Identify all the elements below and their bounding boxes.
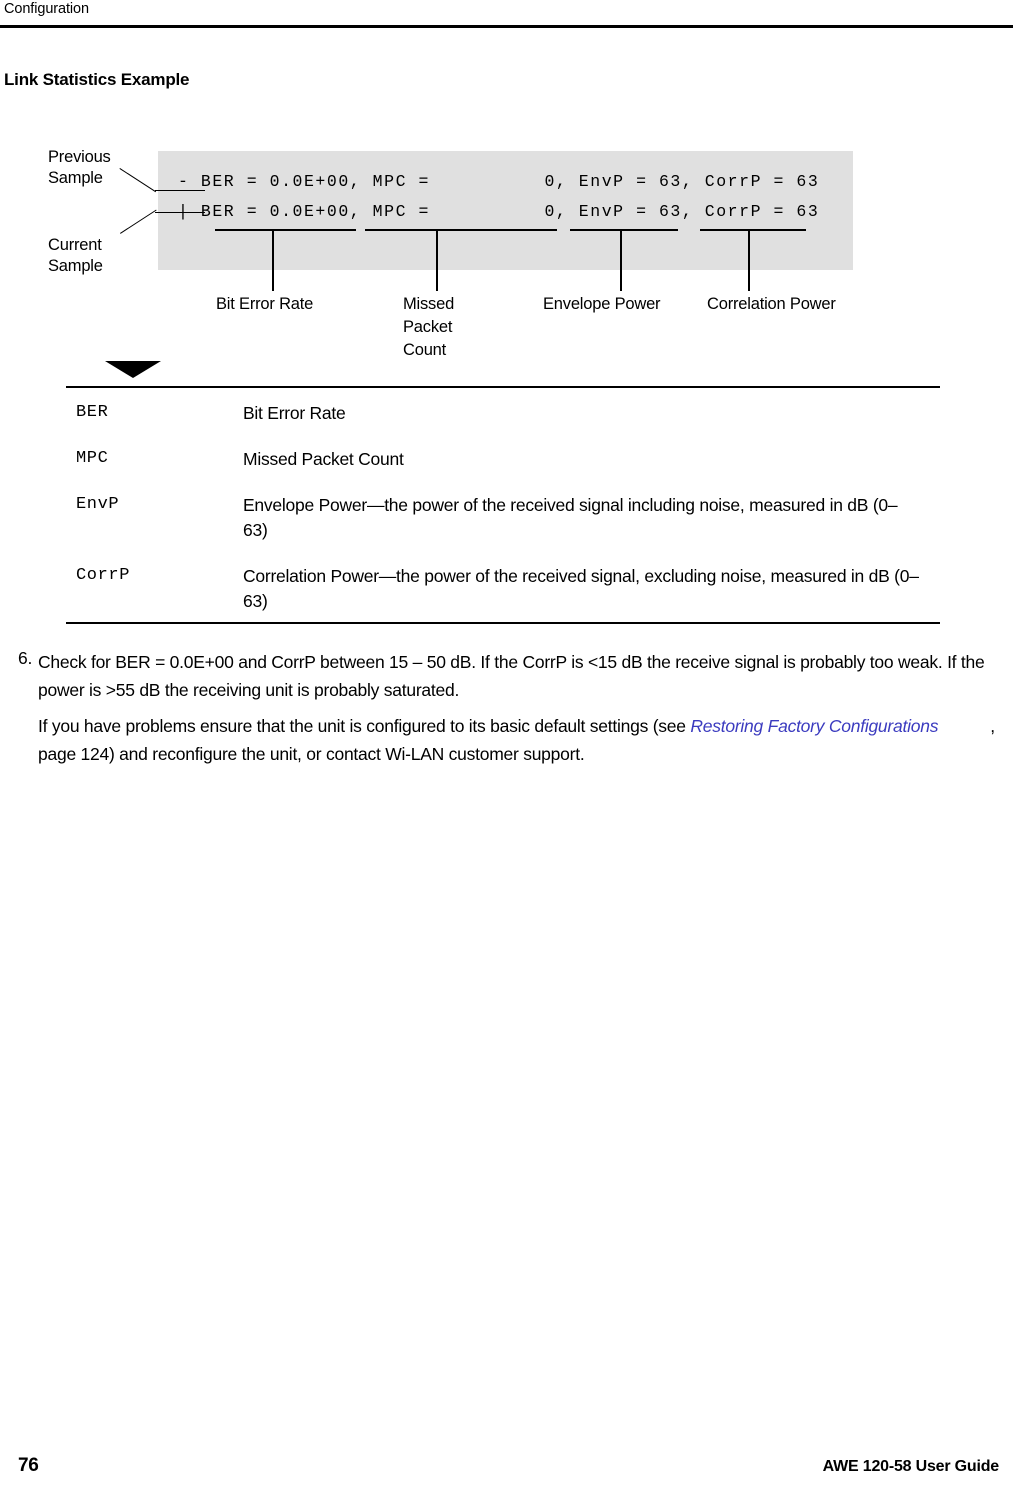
definition-description-envp: Envelope Power—the power of the received… — [243, 495, 898, 540]
underline-bit-error-rate — [215, 229, 356, 231]
footer-page-number: 76 — [18, 1455, 39, 1476]
leader-line-previous-horizontal — [155, 190, 205, 192]
definition-table-top-rule — [66, 386, 940, 388]
footer-guide-title: AWE 120-58 User Guide — [822, 1458, 1000, 1475]
step-text: Check for BER = 0.0E+00 and CorrP betwee… — [38, 652, 985, 700]
definition-term-ber: BER — [76, 403, 109, 422]
annotation-bit-error-rate: Bit Error Rate — [216, 295, 314, 313]
header-rule — [0, 25, 1013, 28]
dropline-bit-error-rate — [272, 229, 274, 291]
code-line-current-sample: | BER = 0.0E+00, MPC = 0, EnvP = 63, Cor… — [178, 202, 820, 221]
definition-description-mpc: Missed Packet Count — [243, 449, 404, 469]
step-number: 6. — [18, 648, 33, 668]
underline-envelope-power — [570, 229, 678, 231]
page-title: Link Statistics Example — [4, 70, 190, 89]
cross-reference-link-line1[interactable]: Restoring — [690, 716, 763, 736]
annotation-missed-packet-count: Missed Packet Count — [403, 295, 455, 359]
definition-table-bottom-rule — [66, 622, 940, 624]
cross-reference-link-line2[interactable]: Factory Configurations — [768, 716, 939, 736]
closing-paragraph: If you have problems ensure that the uni… — [38, 712, 998, 768]
triangle-marker-icon — [105, 361, 161, 378]
annotation-correlation-power: Correlation Power — [707, 295, 836, 313]
callout-current-sample: Current Sample — [48, 236, 103, 275]
definition-description-ber: Bit Error Rate — [243, 403, 346, 423]
leader-line-current-horizontal — [155, 212, 205, 214]
dropline-correlation-power — [748, 229, 750, 291]
definition-term-corrp: CorrP — [76, 566, 131, 585]
underline-correlation-power — [700, 229, 806, 231]
dropline-missed-packet-count — [436, 229, 438, 291]
leader-line-current-diagonal — [120, 209, 157, 235]
definition-description-corrp: Correlation Power—the power of the recei… — [243, 566, 919, 611]
dropline-envelope-power — [620, 229, 622, 291]
document-page: Configuration Link Statistics Example - … — [0, 0, 1013, 1496]
callout-previous-sample: Previous Sample — [48, 148, 111, 187]
code-line-previous-sample: - BER = 0.0E+00, MPC = 0, EnvP = 63, Cor… — [178, 172, 820, 191]
leader-line-previous-diagonal — [119, 168, 157, 193]
definition-term-envp: EnvP — [76, 495, 120, 514]
paragraph-text-lead: If you have problems ensure that the uni… — [38, 716, 691, 736]
underline-missed-packet-count — [365, 229, 557, 231]
definition-term-mpc: MPC — [76, 449, 109, 468]
running-header: Configuration — [4, 1, 89, 17]
annotation-envelope-power: Envelope Power — [543, 295, 661, 313]
